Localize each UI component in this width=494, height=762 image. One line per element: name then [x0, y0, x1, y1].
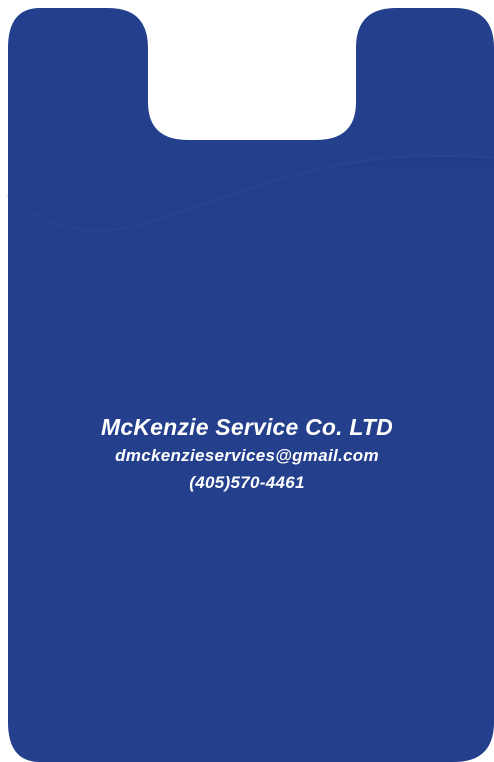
company-name: McKenzie Service Co. LTD: [101, 414, 393, 440]
wallet-body: [8, 8, 494, 762]
wallet-shape: [7, 8, 494, 762]
phone-number: (405)570-4461: [189, 473, 305, 492]
phone-wallet-card: McKenzie Service Co. LTD dmckenzieservic…: [0, 0, 494, 762]
email-address: dmckenzieservices@gmail.com: [115, 446, 379, 465]
card-text-block: McKenzie Service Co. LTD dmckenzieservic…: [0, 412, 494, 496]
